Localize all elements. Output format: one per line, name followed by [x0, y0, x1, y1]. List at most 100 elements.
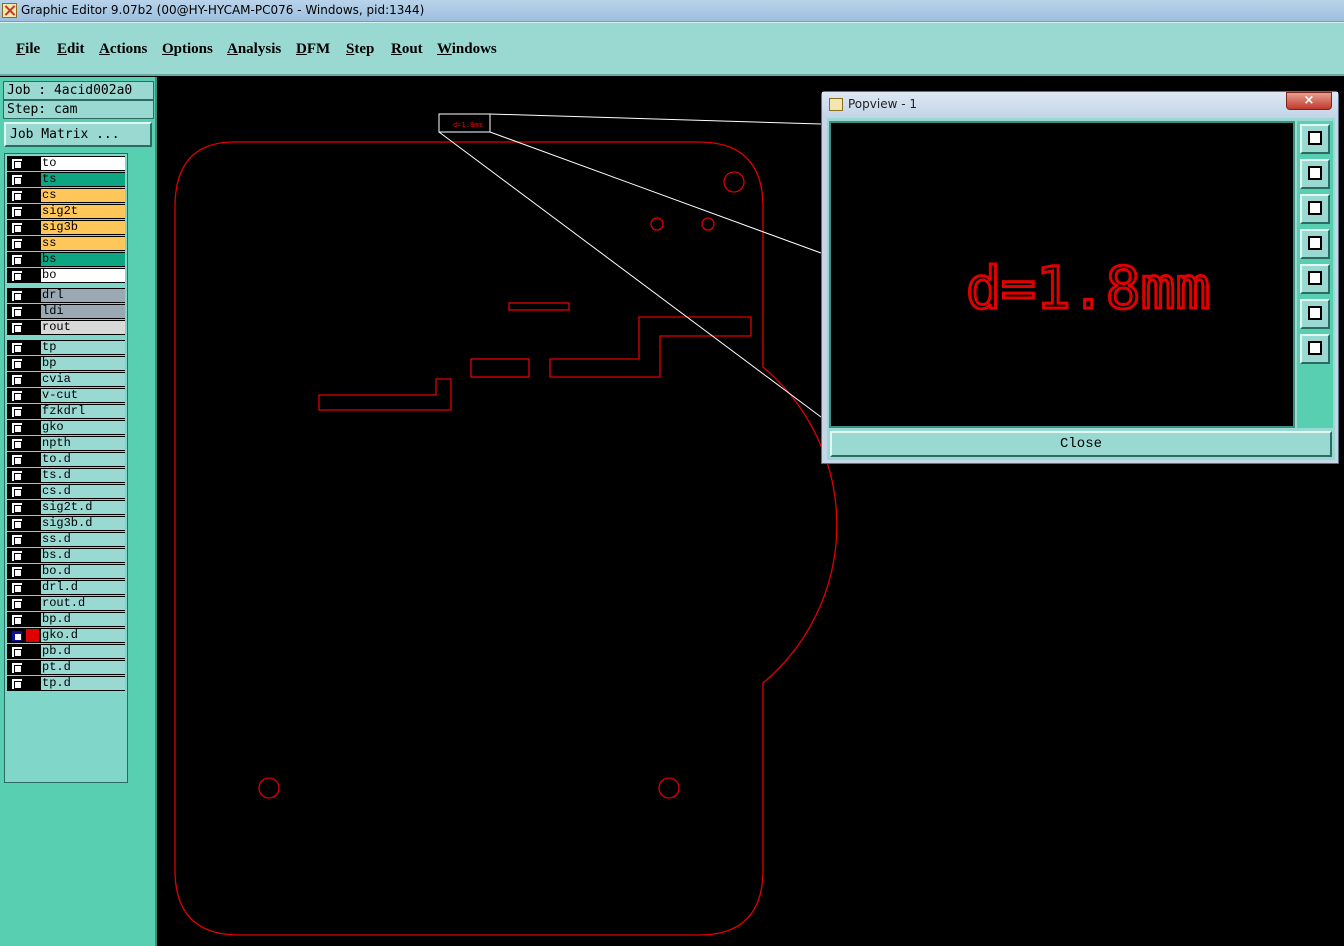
layer-color-swatch[interactable] [26, 357, 39, 370]
layer-name[interactable]: sig2t [41, 205, 125, 218]
popview-titlebar[interactable]: Popview - 1 × [822, 92, 1338, 118]
layer-checkbox[interactable] [12, 407, 22, 417]
layer-row-sig2t-d[interactable]: sig2t.d [7, 500, 125, 515]
layer-checkbox[interactable] [12, 631, 22, 641]
layer-row-ss[interactable]: ss [7, 236, 125, 251]
layer-checkbox[interactable] [12, 615, 22, 625]
layer-name[interactable]: cs [41, 189, 125, 202]
layer-color-swatch[interactable] [26, 645, 39, 658]
layer-row-bp-d[interactable]: bp.d [7, 612, 125, 627]
menu-dfm[interactable]: DFM [296, 41, 330, 58]
layer-checkbox[interactable] [12, 207, 22, 217]
layer-color-swatch[interactable] [26, 565, 39, 578]
layer-checkbox[interactable] [12, 455, 22, 465]
layer-name[interactable]: drl.d [41, 581, 125, 594]
layer-row-tp-d[interactable]: tp.d [7, 676, 125, 691]
layer-color-swatch[interactable] [26, 597, 39, 610]
popview-canvas[interactable]: d=1.8mm [829, 121, 1295, 428]
layer-row-gko[interactable]: gko [7, 420, 125, 435]
layer-color-swatch[interactable] [26, 421, 39, 434]
layer-name[interactable]: fzkdrl [41, 405, 125, 418]
layer-checkbox[interactable] [12, 239, 22, 249]
menu-windows[interactable]: Windows [437, 41, 497, 58]
layer-color-swatch[interactable] [26, 629, 39, 642]
layer-name[interactable]: ldi [41, 305, 125, 318]
layer-name[interactable]: sig2t.d [41, 501, 125, 514]
layer-color-swatch[interactable] [26, 437, 39, 450]
layer-color-swatch[interactable] [26, 205, 39, 218]
layer-color-swatch[interactable] [26, 189, 39, 202]
layer-row-v-cut[interactable]: v-cut [7, 388, 125, 403]
layer-color-swatch[interactable] [26, 321, 39, 334]
layer-row-to-d[interactable]: to.d [7, 452, 125, 467]
layer-name[interactable]: rout [41, 321, 125, 334]
layer-row-bo-d[interactable]: bo.d [7, 564, 125, 579]
layer-color-swatch[interactable] [26, 289, 39, 302]
layer-checkbox[interactable] [12, 423, 22, 433]
layer-checkbox[interactable] [12, 535, 22, 545]
layer-name[interactable]: cs.d [41, 485, 125, 498]
layer-row-bo[interactable]: bo [7, 268, 125, 283]
layer-checkbox[interactable] [12, 159, 22, 169]
layer-name[interactable]: bs [41, 253, 125, 266]
layer-color-swatch[interactable] [26, 677, 39, 690]
layer-name[interactable]: gko [41, 421, 125, 434]
layer-color-swatch[interactable] [26, 237, 39, 250]
layer-name[interactable]: to [41, 157, 125, 170]
layer-color-swatch[interactable] [26, 253, 39, 266]
layer-color-swatch[interactable] [26, 453, 39, 466]
layer-color-swatch[interactable] [26, 389, 39, 402]
layer-row-ss-d[interactable]: ss.d [7, 532, 125, 547]
layer-name[interactable]: ss.d [41, 533, 125, 546]
menu-actions[interactable]: Actions [99, 41, 147, 58]
layer-name[interactable]: rout.d [41, 597, 125, 610]
layer-row-sig2t[interactable]: sig2t [7, 204, 125, 219]
layer-name[interactable]: ts.d [41, 469, 125, 482]
layer-checkbox[interactable] [12, 487, 22, 497]
layer-checkbox[interactable] [12, 307, 22, 317]
window-close-button[interactable]: × [1286, 92, 1332, 110]
layer-row-sig3b[interactable]: sig3b [7, 220, 125, 235]
zoom-out-button[interactable] [1300, 334, 1330, 364]
layer-row-drl-d[interactable]: drl.d [7, 580, 125, 595]
layer-row-ldi[interactable]: ldi [7, 304, 125, 319]
layer-row-bs-d[interactable]: bs.d [7, 548, 125, 563]
layer-checkbox[interactable] [12, 567, 22, 577]
menu-file[interactable]: File [16, 41, 40, 58]
layer-checkbox[interactable] [12, 503, 22, 513]
layer-checkbox[interactable] [12, 679, 22, 689]
close-button[interactable]: Close [830, 431, 1332, 457]
layer-checkbox[interactable] [12, 439, 22, 449]
layer-checkbox[interactable] [12, 191, 22, 201]
layer-row-gko-d[interactable]: gko.d [7, 628, 125, 643]
layer-name[interactable]: pt.d [41, 661, 125, 674]
zoom-window-button[interactable] [1300, 124, 1330, 154]
layer-name[interactable]: sig3b [41, 221, 125, 234]
layer-color-swatch[interactable] [26, 341, 39, 354]
menu-edit[interactable]: Edit [57, 41, 85, 58]
layer-color-swatch[interactable] [26, 533, 39, 546]
layer-name[interactable]: bs.d [41, 549, 125, 562]
layer-name[interactable]: to.d [41, 453, 125, 466]
layer-row-npth[interactable]: npth [7, 436, 125, 451]
layer-name[interactable]: gko.d [41, 629, 125, 642]
layer-name[interactable]: bo.d [41, 565, 125, 578]
layer-color-swatch[interactable] [26, 373, 39, 386]
layer-checkbox[interactable] [12, 175, 22, 185]
layer-row-to[interactable]: to [7, 156, 125, 171]
layer-row-bp[interactable]: bp [7, 356, 125, 371]
layer-row-fzkdrl[interactable]: fzkdrl [7, 404, 125, 419]
layer-color-swatch[interactable] [26, 549, 39, 562]
layer-row-drl[interactable]: drl [7, 288, 125, 303]
layer-checkbox[interactable] [12, 647, 22, 657]
layer-row-cs-d[interactable]: cs.d [7, 484, 125, 499]
layer-name[interactable]: bp [41, 357, 125, 370]
layer-color-swatch[interactable] [26, 269, 39, 282]
layer-checkbox[interactable] [12, 583, 22, 593]
layer-name[interactable]: v-cut [41, 389, 125, 402]
layer-row-pt-d[interactable]: pt.d [7, 660, 125, 675]
layer-color-swatch[interactable] [26, 613, 39, 626]
layer-row-bs[interactable]: bs [7, 252, 125, 267]
layer-checkbox[interactable] [12, 599, 22, 609]
layer-name[interactable]: ss [41, 237, 125, 250]
